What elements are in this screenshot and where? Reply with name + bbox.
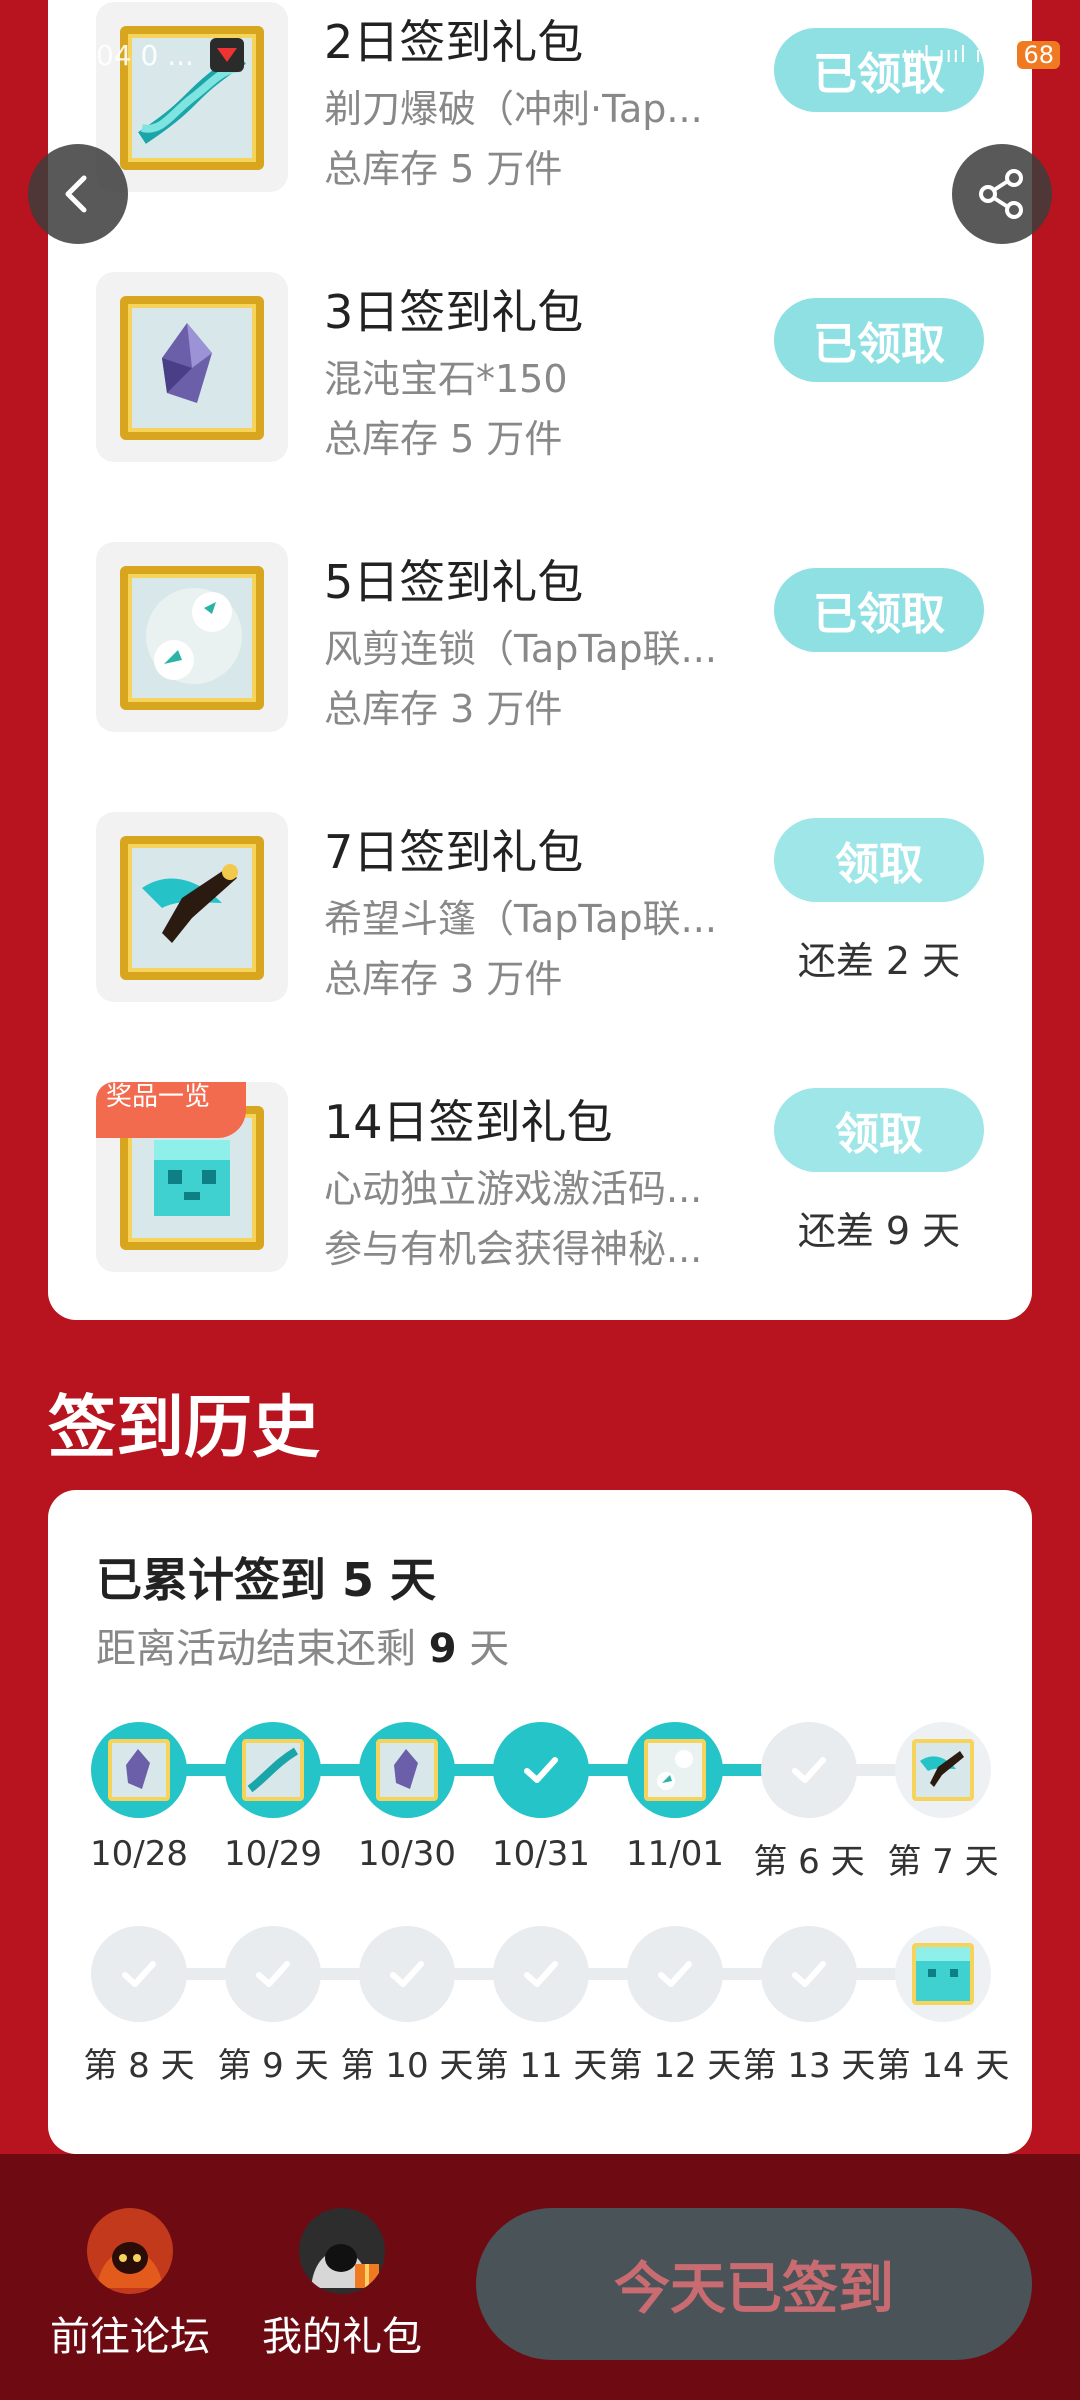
claim-button[interactable]: 领取 (774, 1088, 984, 1172)
dna-helix-icon (225, 1722, 321, 1818)
wind-orb-icon (627, 1722, 723, 1818)
status-time: 04 0 ... (96, 38, 194, 72)
checkin-day: 10/30 (340, 1722, 474, 1874)
checked-in-today-button[interactable]: 今天已签到 (476, 2208, 1032, 2360)
reward-row-day5: 5日签到礼包 风剪连锁（TapTap联... 总库存 3 万件 已领取 (48, 532, 1032, 732)
checkin-day: 第 13 天 (742, 1926, 876, 2087)
checkin-day: 第 11 天 (474, 1926, 608, 2087)
checkin-day-label: 10/28 (90, 1834, 188, 1874)
checkin-day: 10/29 (206, 1722, 340, 1874)
prize-list-badge[interactable]: 奖品一览 (96, 1082, 246, 1138)
reward-row-day2: 2日签到礼包 剃刀爆破（冲刺·Tap... 总库存 5 万件 已领取 (48, 0, 1032, 192)
checkin-day: 第 10 天 (340, 1926, 474, 2087)
share-button[interactable] (952, 144, 1052, 244)
check-icon (493, 1722, 589, 1818)
checkin-day: 第 8 天 (72, 1926, 206, 2087)
checkin-day: 第 6 天 (742, 1722, 876, 1883)
reward-row-day3: 3日签到礼包 混沌宝石*150 总库存 5 万件 已领取 (48, 262, 1032, 462)
reward-thumbnail (96, 812, 288, 1002)
checkin-day: 第 7 天 (876, 1722, 1010, 1883)
reward-title: 3日签到礼包 (324, 285, 584, 339)
check-icon (761, 1722, 857, 1818)
check-icon (493, 1926, 589, 2022)
check-icon (359, 1926, 455, 2022)
check-icon (761, 1926, 857, 2022)
reward-stock: 总库存 3 万件 (324, 957, 563, 1001)
chevron-left-icon (65, 175, 87, 213)
checkin-day: 10/31 (474, 1722, 608, 1874)
checkin-day: 11/01 (608, 1722, 742, 1874)
my-gifts-nav-button[interactable]: 我的礼包 (252, 2208, 432, 2362)
share-icon (979, 169, 1023, 219)
checkin-day-label: 第 9 天 (217, 2046, 329, 2086)
checkin-day-label: 第 6 天 (753, 1842, 865, 1882)
bottom-bar: 前往论坛 我的礼包 今天已签到 (0, 2154, 1080, 2400)
cape-icon (895, 1722, 991, 1818)
event-remaining-summary: 距离活动结束还剩 9 天 (96, 1626, 510, 1672)
checkin-day-label: 第 10 天 (340, 2046, 474, 2086)
checkin-day-label: 第 8 天 (83, 2046, 195, 2086)
crystal-gem-icon (162, 323, 212, 403)
reward-subtitle: 剃刀爆破（冲刺·Tap... (324, 87, 703, 131)
reward-row-day14: 奖品一览 14日签到礼包 心动独立游戏激活码... 参与有机会获得神秘... 领… (48, 1072, 1032, 1272)
reward-thumbnail (96, 272, 288, 462)
total-checkin-summary: 已累计签到 5 天 (96, 1553, 437, 1607)
crystal-gem-icon (359, 1722, 455, 1818)
mystery-cube-icon (895, 1926, 991, 2022)
reward-description: 参与有机会获得神秘... (324, 1227, 703, 1271)
checkin-day-label: 10/29 (224, 1834, 322, 1874)
reward-thumbnail: 奖品一览 (96, 1082, 288, 1272)
forum-avatar-icon (87, 2208, 173, 2294)
reward-subtitle: 心动独立游戏激活码... (324, 1167, 703, 1211)
checkin-day-label: 10/30 (358, 1834, 456, 1874)
claim-button[interactable]: 领取 (774, 818, 984, 902)
checkin-day-label: 第 13 天 (742, 2046, 876, 2086)
reward-title: 5日签到礼包 (324, 555, 584, 609)
claimed-button[interactable]: 已领取 (774, 298, 984, 382)
gift-avatar-icon (299, 2208, 385, 2294)
checkin-day-label: 第 7 天 (887, 1842, 999, 1882)
check-icon (627, 1926, 723, 2022)
checkin-day: 第 9 天 (206, 1926, 340, 2087)
check-icon (91, 1926, 187, 2022)
checkin-day-label: 第 14 天 (876, 2046, 1010, 2086)
checkin-day: 第 12 天 (608, 1926, 742, 2087)
reward-title: 7日签到礼包 (324, 825, 584, 879)
reward-title: 14日签到礼包 (324, 1095, 613, 1149)
remaining-days-value: 9 (428, 1626, 457, 1672)
reward-subtitle: 混沌宝石*150 (324, 357, 568, 401)
cape-icon (142, 864, 238, 943)
checkin-day-label: 第 12 天 (608, 2046, 742, 2086)
reward-row-day7: 7日签到礼包 希望斗篷（TapTap联... 总库存 3 万件 领取 还差 2 … (48, 802, 1032, 1002)
days-remaining-label: 还差 9 天 (797, 1209, 961, 1253)
wind-orb-icon (146, 588, 242, 684)
crystal-gem-icon (91, 1722, 187, 1818)
checkin-day-label: 11/01 (626, 1834, 724, 1874)
history-card: 已累计签到 5 天 距离活动结束还剩 9 天 10/28 10/29 10/30 10… (48, 1490, 1032, 2154)
rewards-card: 2日签到礼包 剃刀爆破（冲刺·Tap... 总库存 5 万件 已领取 3日签到礼… (48, 0, 1032, 1320)
reward-stock: 总库存 5 万件 (324, 417, 563, 461)
reward-thumbnail (96, 542, 288, 732)
my-gifts-label: 我的礼包 (262, 2314, 422, 2360)
check-icon (225, 1926, 321, 2022)
days-remaining-label: 还差 2 天 (797, 939, 961, 983)
status-bar: 04 0 ... ıııl ıııl ıııl 68 (96, 30, 1060, 80)
battery-icon: 68 (1017, 41, 1060, 69)
reward-stock: 总库存 5 万件 (324, 147, 563, 191)
history-heading: 签到历史 (48, 1389, 321, 1468)
reward-subtitle: 希望斗篷（TapTap联... (324, 897, 717, 941)
forum-nav-button[interactable]: 前往论坛 (40, 2208, 220, 2362)
checkin-day: 10/28 (72, 1722, 206, 1874)
claimed-button[interactable]: 已领取 (774, 568, 984, 652)
checkin-day-label: 10/31 (492, 1834, 590, 1874)
back-button[interactable] (28, 144, 128, 244)
total-days-value: 5 (342, 1553, 375, 1607)
reward-stock: 总库存 3 万件 (324, 687, 563, 731)
checkin-day: 第 14 天 (876, 1926, 1010, 2087)
forum-label: 前往论坛 (50, 2314, 210, 2360)
checkin-day-label: 第 11 天 (474, 2046, 608, 2086)
signal-icon: ıııl ıııl ıııl (902, 42, 1004, 68)
reward-subtitle: 风剪连锁（TapTap联... (324, 627, 717, 671)
app-notification-icon (209, 38, 244, 72)
